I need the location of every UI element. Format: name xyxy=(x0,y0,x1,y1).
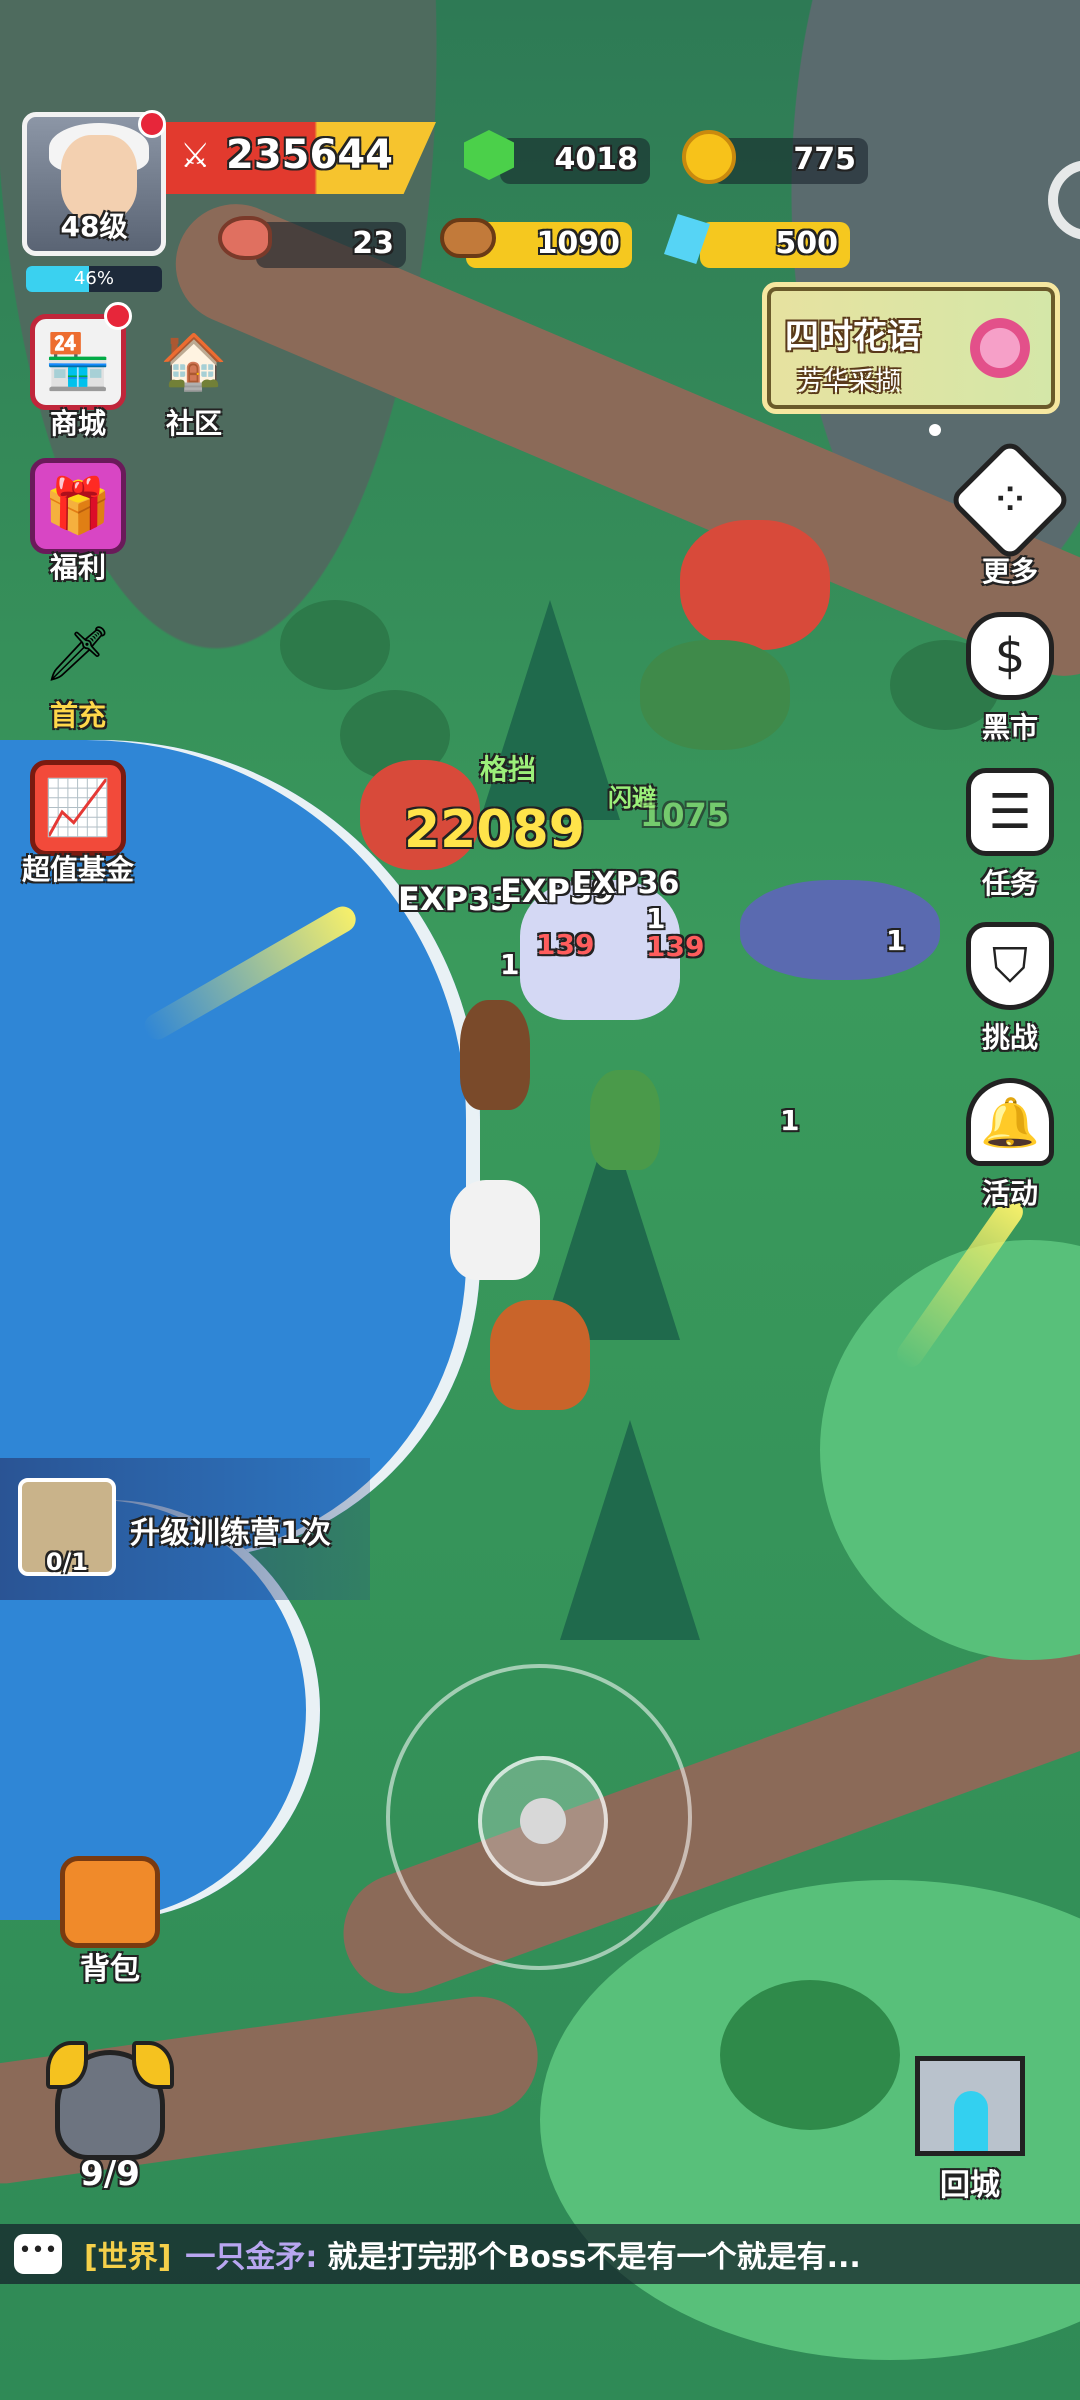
enemy-boar-warrior xyxy=(680,520,830,650)
damage-number: 22089 xyxy=(404,800,585,860)
return-city-button[interactable]: 回城 xyxy=(900,2056,1040,2204)
team-button[interactable]: 9/9 xyxy=(40,2041,180,2194)
quest-text: 升级训练营1次 xyxy=(130,1516,331,1551)
hero-portrait-icon: 🗡 xyxy=(43,622,113,685)
combat-power-value: 235644 xyxy=(226,132,393,178)
damage-number: 1 xyxy=(886,924,906,957)
castle-gate xyxy=(954,2091,988,2151)
hero-dwarf xyxy=(490,1300,590,1410)
black-market-label: 黑市 xyxy=(981,711,1038,744)
event-subtitle: 芳华采撷 xyxy=(797,367,902,397)
carousel-indicator xyxy=(929,424,941,436)
backpack-icon xyxy=(60,1856,160,1948)
pine-tree xyxy=(560,1420,700,1640)
xp-percent: 46% xyxy=(73,268,114,289)
damage-number: 139 xyxy=(536,928,595,961)
berry-bush xyxy=(280,600,390,690)
fund-chart-icon: 📈 xyxy=(30,760,126,856)
meat-icon xyxy=(218,216,272,260)
damage-number: 1 xyxy=(780,1104,800,1137)
backpack-button[interactable]: 背包 xyxy=(50,1856,170,1988)
joystick-knob[interactable] xyxy=(478,1756,608,1886)
enemy-winged-beast xyxy=(740,880,940,980)
quest-tracker[interactable]: 0/1 升级训练营1次 xyxy=(0,1458,370,1600)
first-recharge-label: 首充 xyxy=(49,699,106,732)
first-recharge-button[interactable]: 🗡 首充 xyxy=(8,606,148,734)
tree-canopy xyxy=(720,1980,900,2130)
house-icon: 🏠 xyxy=(160,330,228,393)
event-banner[interactable]: 四时花语 芳华采撷 xyxy=(762,282,1060,414)
community-label: 社区 xyxy=(165,407,222,440)
chat-message: 就是打完那个Boss不是有一个就是有... xyxy=(327,2240,861,2275)
flower-icon xyxy=(965,313,1035,383)
gold-coin-icon xyxy=(682,130,736,184)
community-button[interactable]: 🏠 社区 xyxy=(124,314,264,442)
challenge-label: 挑战 xyxy=(981,1021,1038,1054)
value-fund-label: 超值基金 xyxy=(21,853,134,886)
exp-text: EXP33 xyxy=(398,880,513,918)
shield-icon: ⛉ xyxy=(966,922,1054,1010)
damage-number: 1 xyxy=(646,902,666,935)
quest-progress: 0/1 xyxy=(45,1548,89,1576)
chat-bubble-icon[interactable]: ••• xyxy=(14,2234,62,2274)
notification-dot xyxy=(138,110,166,138)
chat-channel: [世界] xyxy=(84,2240,172,2275)
hero-leader xyxy=(450,1180,540,1280)
events-button[interactable]: 🔔 活动 xyxy=(950,1078,1070,1212)
castle-icon xyxy=(915,2056,1025,2156)
xp-bar: 46% xyxy=(26,266,162,292)
gift-box-icon: 🎁 xyxy=(30,458,126,554)
more-button[interactable]: ⁘ 更多 xyxy=(947,437,1073,590)
gem-counter[interactable]: 4018 xyxy=(500,138,650,184)
virtual-joystick[interactable] xyxy=(386,1664,692,1970)
welfare-button[interactable]: 🎁 福利 xyxy=(8,458,148,586)
tasks-button[interactable]: ☰ 任务 xyxy=(950,768,1070,902)
wood-value: 1090 xyxy=(536,226,621,261)
crystal-value: 500 xyxy=(775,226,838,261)
more-diamond-icon: ⁘ xyxy=(947,437,1073,563)
money-bag-icon: $ xyxy=(966,612,1054,700)
damage-number: 1 xyxy=(500,948,520,981)
team-count: 9/9 xyxy=(80,2154,140,2194)
coin-value: 775 xyxy=(793,142,856,177)
hero-archer xyxy=(590,1070,660,1170)
combat-power-banner: ⚔ 235644 xyxy=(166,122,436,194)
events-label: 活动 xyxy=(981,1177,1038,1210)
chat-username: 一只金矛: xyxy=(185,2240,318,2275)
exp-text: EXP36 xyxy=(572,866,680,901)
crossed-swords-icon: ⚔ xyxy=(180,136,211,176)
bell-icon: 🔔 xyxy=(966,1078,1054,1166)
return-city-label: 回城 xyxy=(940,2168,1000,2203)
welfare-label: 福利 xyxy=(49,551,106,584)
heal-number: 1075 xyxy=(640,796,730,834)
player-level: 48级 xyxy=(60,210,128,243)
joystick-center xyxy=(520,1798,566,1844)
tasks-label: 任务 xyxy=(981,867,1038,900)
wood-log-icon xyxy=(440,218,496,258)
meat-value: 23 xyxy=(352,226,394,261)
value-fund-button[interactable]: 📈 超值基金 xyxy=(8,760,148,888)
block-text: 格挡 xyxy=(480,753,537,786)
chat-bar[interactable]: ••• [世界] 一只金矛: 就是打完那个Boss不是有一个就是有... xyxy=(0,2224,1080,2284)
challenge-button[interactable]: ⛉ 挑战 xyxy=(950,922,1070,1056)
backpack-label: 背包 xyxy=(80,1952,140,1987)
enemy-goblin xyxy=(640,640,790,750)
black-market-button[interactable]: $ 黑市 xyxy=(950,612,1070,746)
meat-counter[interactable]: 23 xyxy=(256,222,406,268)
crystal-counter[interactable]: 500 xyxy=(700,222,850,268)
event-title: 四时花语 xyxy=(785,317,921,357)
gem-value: 4018 xyxy=(554,142,639,177)
viking-helmet-icon xyxy=(46,2041,165,2160)
hero-gunner xyxy=(460,1000,530,1110)
task-list-icon: ☰ xyxy=(966,768,1054,856)
